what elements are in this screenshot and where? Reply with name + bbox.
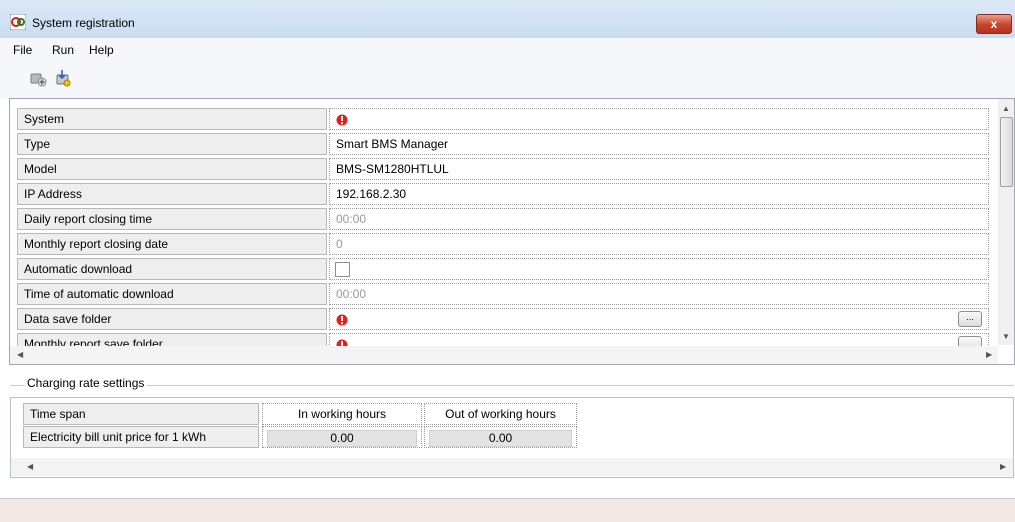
scroll-left-icon[interactable]: ◀ <box>17 350 23 359</box>
auto-download-cell <box>329 258 989 280</box>
column-header-working: In working hours <box>262 403 422 425</box>
browse-button[interactable]: ... <box>958 311 982 327</box>
non-working-price-cell[interactable]: 0.00 <box>424 426 577 448</box>
add-device-icon[interactable] <box>28 68 48 88</box>
browse-button[interactable] <box>958 336 982 346</box>
non-working-price-value: 0.00 <box>429 430 572 447</box>
property-label: Time of automatic download <box>17 283 327 305</box>
row-auto-download: Automatic download <box>17 256 990 281</box>
error-icon <box>336 338 348 346</box>
horizontal-scrollbar[interactable] <box>10 346 998 364</box>
property-label: Automatic download <box>17 258 327 280</box>
menu-help[interactable]: Help <box>89 43 114 57</box>
row-daily-closing: Daily report closing time 00:00 <box>17 206 990 231</box>
close-button[interactable]: x <box>976 14 1012 34</box>
window-title: System registration <box>32 16 135 30</box>
row-ip-address: IP Address 192.168.2.30 <box>17 181 990 206</box>
property-label: Data save folder <box>17 308 327 330</box>
menu-file[interactable]: File <box>13 43 32 57</box>
scrollbar-thumb[interactable] <box>1000 117 1013 187</box>
scroll-down-icon[interactable]: ▼ <box>1002 332 1010 341</box>
auto-download-time-field[interactable]: 00:00 <box>329 283 989 305</box>
title-bar <box>0 0 1015 38</box>
error-icon <box>336 113 348 127</box>
model-field[interactable]: BMS-SM1280HTLUL <box>329 158 989 180</box>
menu-bar <box>0 38 1015 64</box>
group-divider <box>10 385 1014 386</box>
scroll-left-icon[interactable]: ◀ <box>27 462 33 471</box>
app-icon <box>9 13 27 31</box>
property-label: Daily report closing time <box>17 208 327 230</box>
row-monthly-save-folder: Monthly report save folder <box>17 331 990 346</box>
row-data-save-folder: Data save folder ... <box>17 306 990 331</box>
property-label: Monthly report save folder <box>17 333 327 346</box>
charging-group-label: Charging rate settings <box>24 376 148 390</box>
scroll-right-icon[interactable]: ▶ <box>1000 462 1006 471</box>
status-bar <box>0 498 1015 522</box>
auto-download-checkbox[interactable] <box>335 262 350 277</box>
type-field[interactable]: Smart BMS Manager <box>329 133 989 155</box>
data-save-folder-field[interactable]: ... <box>329 308 989 330</box>
row-auto-download-time: Time of automatic download 00:00 <box>17 281 990 306</box>
row-system: System <box>17 106 990 131</box>
property-label: System <box>17 108 327 130</box>
scroll-right-icon[interactable]: ▶ <box>986 350 992 359</box>
toolbar <box>0 64 1015 98</box>
working-price-value: 0.00 <box>267 430 417 447</box>
monthly-save-folder-field[interactable] <box>329 333 989 346</box>
scroll-up-icon[interactable]: ▲ <box>1002 104 1010 113</box>
column-header-non-working: Out of working hours <box>424 403 577 425</box>
download-icon[interactable] <box>53 68 73 88</box>
property-label: IP Address <box>17 183 327 205</box>
monthly-closing-date-field[interactable]: 0 <box>329 233 989 255</box>
row-type: Type Smart BMS Manager <box>17 131 990 156</box>
property-label: Type <box>17 133 327 155</box>
property-label: Model <box>17 158 327 180</box>
ip-address-field[interactable]: 192.168.2.30 <box>329 183 989 205</box>
property-grid: System Type Smart BMS Manager Model BMS-… <box>17 106 990 346</box>
daily-closing-time-field[interactable]: 00:00 <box>329 208 989 230</box>
working-price-cell[interactable]: 0.00 <box>262 426 422 448</box>
time-span-label: Time span <box>23 403 259 425</box>
system-field[interactable] <box>329 108 989 130</box>
property-label: Monthly report closing date <box>17 233 327 255</box>
charging-horizontal-scrollbar[interactable] <box>11 458 1013 476</box>
error-icon <box>336 313 348 327</box>
row-monthly-closing: Monthly report closing date 0 <box>17 231 990 256</box>
row-model: Model BMS-SM1280HTLUL <box>17 156 990 181</box>
menu-run[interactable]: Run <box>52 43 74 57</box>
unit-price-label: Electricity bill unit price for 1 kWh <box>23 426 259 448</box>
